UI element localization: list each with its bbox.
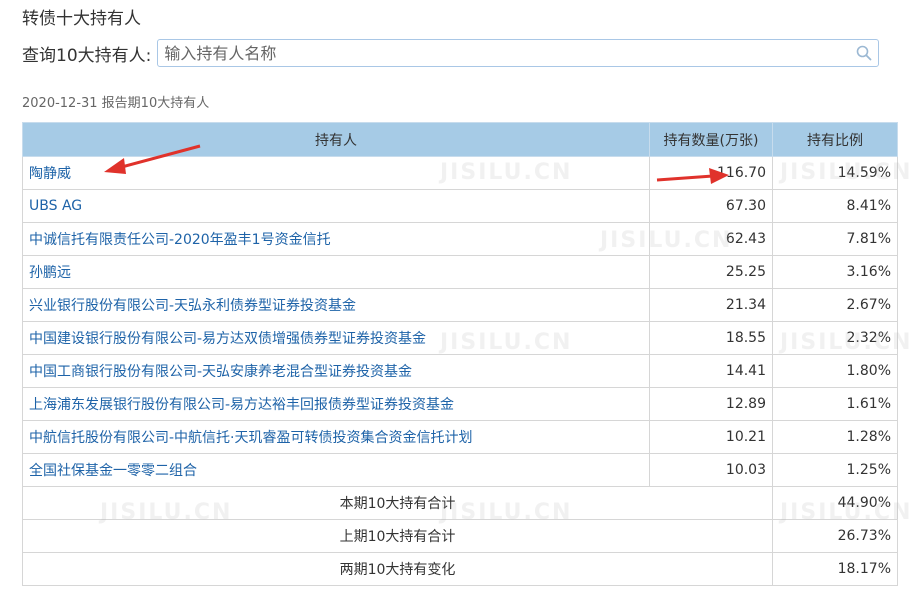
holder-quantity: 10.21 xyxy=(649,420,773,454)
table-row: 中国工商银行股份有限公司-天弘安康养老混合型证券投资基金 14.41 1.80% xyxy=(22,354,898,388)
holder-ratio: 3.16% xyxy=(772,255,898,289)
holder-name-cell: 陶静威 xyxy=(22,156,650,190)
holder-ratio: 8.41% xyxy=(772,189,898,223)
holder-name-link[interactable]: 中国工商银行股份有限公司-天弘安康养老混合型证券投资基金 xyxy=(29,364,412,380)
holder-ratio: 1.61% xyxy=(772,387,898,421)
summary-label: 两期10大持有变化 xyxy=(22,552,773,586)
holder-ratio: 2.32% xyxy=(772,321,898,355)
holder-ratio: 2.67% xyxy=(772,288,898,322)
holder-name-cell: 孙鹏远 xyxy=(22,255,650,289)
holder-quantity: 12.89 xyxy=(649,387,773,421)
holder-name-link[interactable]: 孙鹏远 xyxy=(29,265,71,281)
table-row: 中航信托股份有限公司-中航信托·天玑睿盈可转债投资集合资金信托计划 10.21 1.… xyxy=(22,420,898,454)
holder-ratio: 1.80% xyxy=(772,354,898,388)
table-row: UBS AG 67.30 8.41% xyxy=(22,189,898,223)
period-label: 2020-12-31 报告期10大持有人 xyxy=(22,96,210,111)
holder-quantity: 21.34 xyxy=(649,288,773,322)
holder-name-cell: 中国工商银行股份有限公司-天弘安康养老混合型证券投资基金 xyxy=(22,354,650,388)
holder-name-link[interactable]: 上海浦东发展银行股份有限公司-易方达裕丰回报债券型证券投资基金 xyxy=(29,397,454,413)
holder-name-cell: 全国社保基金一零零二组合 xyxy=(22,453,650,487)
holder-quantity: 10.03 xyxy=(649,453,773,487)
holder-name-link[interactable]: 陶静威 xyxy=(29,166,71,182)
holder-quantity: 14.41 xyxy=(649,354,773,388)
holder-name-cell: UBS AG xyxy=(22,189,650,223)
col-header-quantity[interactable]: 持有数量(万张) xyxy=(649,122,773,157)
col-header-ratio[interactable]: 持有比例 xyxy=(772,122,898,157)
holder-quantity: 18.55 xyxy=(649,321,773,355)
holder-name-link[interactable]: 中国建设银行股份有限公司-易方达双债增强债券型证券投资基金 xyxy=(29,331,426,347)
holder-name-cell: 中航信托股份有限公司-中航信托·天玑睿盈可转债投资集合资金信托计划 xyxy=(22,420,650,454)
col-header-holder[interactable]: 持有人 xyxy=(22,122,650,157)
holder-ratio: 1.28% xyxy=(772,420,898,454)
holder-quantity: 67.30 xyxy=(649,189,773,223)
table-header-row: 持有人 持有数量(万张) 持有比例 xyxy=(22,122,898,157)
summary-value: 44.90% xyxy=(772,486,898,520)
holder-name-link[interactable]: 中航信托股份有限公司-中航信托·天玑睿盈可转债投资集合资金信托计划 xyxy=(29,430,473,446)
holder-quantity: 116.70 xyxy=(649,156,773,190)
summary-value: 26.73% xyxy=(772,519,898,553)
summary-row: 上期10大持有合计 26.73% xyxy=(22,519,898,553)
summary-row: 本期10大持有合计 44.90% xyxy=(22,486,898,520)
search-input[interactable] xyxy=(158,40,851,66)
holder-quantity: 62.43 xyxy=(649,222,773,256)
table-row: 兴业银行股份有限公司-天弘永利债券型证券投资基金 21.34 2.67% xyxy=(22,288,898,322)
search-box[interactable] xyxy=(157,39,880,67)
table-row: 孙鹏远 25.25 3.16% xyxy=(22,255,898,289)
summary-label: 本期10大持有合计 xyxy=(22,486,773,520)
table-row: 全国社保基金一零零二组合 10.03 1.25% xyxy=(22,453,898,487)
holder-name-link[interactable]: 全国社保基金一零零二组合 xyxy=(29,463,197,479)
holders-table: 持有人 持有数量(万张) 持有比例 陶静威 116.70 14.59% UBS AG 6… xyxy=(22,122,898,586)
search-icon[interactable] xyxy=(855,44,873,62)
holder-name-link[interactable]: UBS AG xyxy=(29,198,82,214)
table-row: 中国建设银行股份有限公司-易方达双债增强债券型证券投资基金 18.55 2.32% xyxy=(22,321,898,355)
table-row: 中诚信托有限责任公司-2020年盈丰1号资金信托 62.43 7.81% xyxy=(22,222,898,256)
table-row: 上海浦东发展银行股份有限公司-易方达裕丰回报债券型证券投资基金 12.89 1.61… xyxy=(22,387,898,421)
summary-label: 上期10大持有合计 xyxy=(22,519,773,553)
holder-ratio: 14.59% xyxy=(772,156,898,190)
holder-name-link[interactable]: 兴业银行股份有限公司-天弘永利债券型证券投资基金 xyxy=(29,298,356,314)
summary-value: 18.17% xyxy=(772,552,898,586)
holder-ratio: 7.81% xyxy=(772,222,898,256)
holder-name-cell: 中国建设银行股份有限公司-易方达双债增强债券型证券投资基金 xyxy=(22,321,650,355)
holder-name-link[interactable]: 中诚信托有限责任公司-2020年盈丰1号资金信托 xyxy=(29,232,331,248)
holder-name-cell: 中诚信托有限责任公司-2020年盈丰1号资金信托 xyxy=(22,222,650,256)
summary-row: 两期10大持有变化 18.17% xyxy=(22,552,898,586)
holder-ratio: 1.25% xyxy=(772,453,898,487)
table-row: 陶静威 116.70 14.59% xyxy=(22,156,898,190)
page-title: 转债十大持有人 xyxy=(22,9,141,29)
search-label: 查询10大持有人: xyxy=(22,45,152,66)
holder-name-cell: 兴业银行股份有限公司-天弘永利债券型证券投资基金 xyxy=(22,288,650,322)
search-row: 查询10大持有人: xyxy=(22,38,880,68)
holder-name-cell: 上海浦东发展银行股份有限公司-易方达裕丰回报债券型证券投资基金 xyxy=(22,387,650,421)
holder-quantity: 25.25 xyxy=(649,255,773,289)
